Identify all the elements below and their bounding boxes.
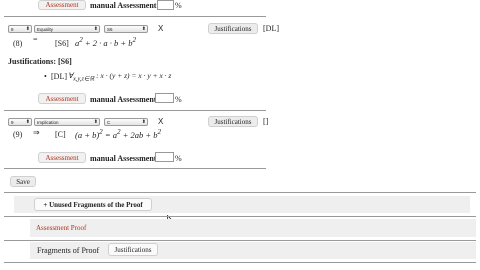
step9-line-number: (9)	[13, 130, 23, 139]
step8-relation: =	[33, 35, 38, 44]
divider-6	[4, 240, 476, 241]
divider-1	[4, 16, 266, 17]
step8-ref: [S6]	[55, 39, 69, 48]
percent-sign-step9: %	[175, 154, 182, 163]
step8-type-select[interactable]: Equality ⬍	[34, 25, 100, 33]
chevron-down-icon: ⬍	[141, 119, 146, 125]
step8-number-select[interactable]: 8 ⬍	[8, 25, 32, 33]
unused-fragments-button[interactable]: + Unused Fragments of the Proof	[34, 198, 152, 211]
divider-3	[4, 168, 266, 169]
tab-assessment-proof[interactable]: Assessment Proof	[30, 219, 476, 237]
chevron-down-icon: ⬍	[25, 26, 30, 32]
step9-number-value: 9	[11, 120, 14, 125]
step9-ref-select[interactable]: C ⬍	[104, 118, 148, 126]
chevron-down-icon: ⬍	[93, 26, 98, 32]
step8-ref-value: S6	[107, 27, 113, 32]
step8-line-number: (8)	[13, 39, 23, 48]
step9-type-select[interactable]: Implication ⬍	[34, 118, 100, 126]
manual-assessment-input-top[interactable]	[157, 0, 174, 10]
justification-formula: ∀x,y,z∈ℝ : x · (y + z) = x · y + x · z	[68, 71, 172, 83]
step9-formula: (a + b)2 = a2 + 2ab + b2	[75, 128, 162, 140]
chevron-down-icon: ⬍	[25, 119, 30, 125]
step8-delete-button[interactable]: X	[158, 24, 163, 33]
manual-assessment-label-top: manual Assessment	[90, 1, 157, 10]
manual-assessment-input-step9[interactable]	[155, 152, 174, 162]
step9-ref: [C]	[55, 130, 66, 139]
step8-formula: a2 + 2 · a · b + b2	[75, 36, 137, 48]
assessment-button-top[interactable]: Assessment	[38, 0, 86, 10]
tab-justifications[interactable]: Justifications	[108, 243, 158, 256]
step8-type-value: Equality	[37, 27, 54, 32]
justifications-heading: Justifications: [S6]	[8, 57, 72, 66]
step9-justifications-button[interactable]: Justifications	[208, 116, 258, 127]
step9-relation: ⇒	[33, 128, 40, 137]
tab-fragments-of-proof[interactable]: Fragments of Proof	[37, 246, 99, 255]
divider-5	[4, 216, 476, 217]
assessment-button-step8[interactable]: Assessment	[38, 93, 86, 104]
justification-tag: [DL]	[51, 72, 67, 81]
save-button[interactable]: Save	[10, 176, 36, 187]
manual-assessment-input-step8[interactable]	[155, 93, 174, 103]
step9-justification-tag: []	[263, 117, 269, 126]
tab-assessment-proof-label: Assessment Proof	[36, 224, 87, 232]
chevron-down-icon: ⬍	[141, 26, 146, 32]
step8-justification-tag: [DL]	[263, 24, 279, 33]
manual-assessment-label-step9: manual Assessment	[90, 154, 157, 163]
step8-number-value: 8	[11, 27, 14, 32]
divider-7	[4, 262, 476, 263]
step9-number-select[interactable]: 9 ⬍	[8, 118, 32, 126]
divider-4	[4, 192, 476, 193]
justification-bullet: •	[44, 72, 47, 81]
step8-ref-select[interactable]: S6 ⬍	[104, 25, 148, 33]
divider-2	[4, 110, 266, 111]
chevron-down-icon: ⬍	[93, 119, 98, 125]
step9-type-value: Implication	[37, 120, 59, 125]
percent-sign-step8: %	[175, 95, 182, 104]
percent-sign-top: %	[175, 1, 182, 10]
assessment-button-step9[interactable]: Assessment	[38, 152, 86, 163]
step8-justifications-button[interactable]: Justifications	[208, 23, 258, 34]
step9-ref-value: C	[107, 120, 111, 125]
manual-assessment-label-step8: manual Assessment	[90, 95, 157, 104]
step9-delete-button[interactable]: X	[158, 117, 163, 126]
